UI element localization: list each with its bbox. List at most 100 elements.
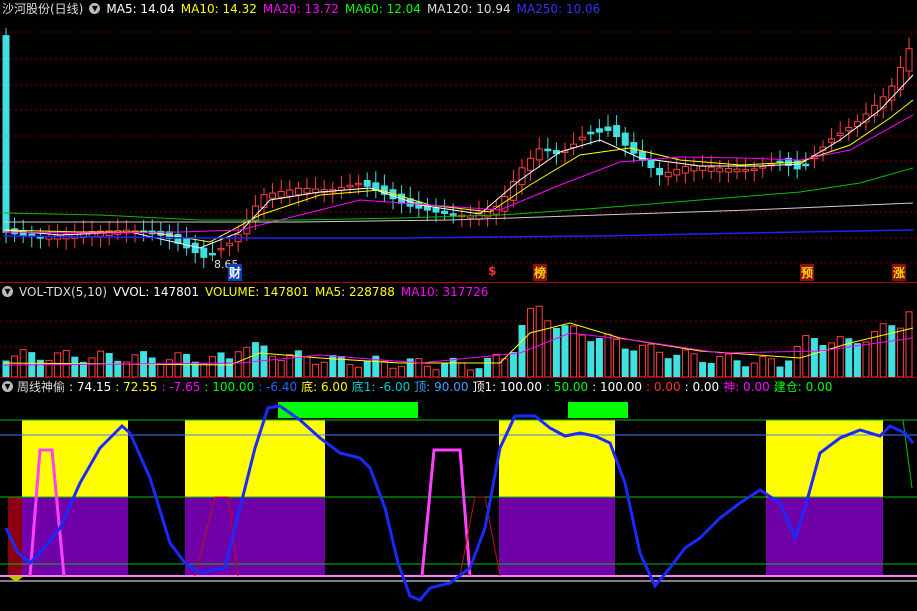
marker-cai[interactable]: 财 [228,264,243,281]
marker-bang[interactable]: 榜 [533,264,548,281]
volume-bar [303,356,311,378]
volume-bar [587,341,595,378]
ind-value-12: : 0.00 [684,380,720,394]
volume-bar [853,343,861,378]
price-chart [0,27,917,268]
yellow-zone [185,420,325,497]
candle-body [630,142,638,154]
volume-bar [415,358,423,378]
candle-body [441,210,449,214]
candle-body [174,233,182,244]
candle-body [294,187,302,196]
volume-bar [905,311,913,378]
volume-bar [896,327,904,378]
candle-body [303,187,311,194]
candle-body [656,167,664,176]
candle-body [681,166,689,174]
indicator-title[interactable]: 周线神偷 [17,378,65,396]
volume-bar [165,359,173,378]
price-panel[interactable]: 沙河股份(日线) ▾ MA5: 14.04 MA10: 14.32 MA20: … [0,0,917,283]
volume-bar [810,338,818,378]
indicator-chart [0,402,917,602]
vvol-value: VVOL: 147801 [113,285,200,299]
candle-body [759,166,767,169]
marker-zhang[interactable]: 涨 [892,264,907,281]
candle-body [905,48,913,72]
vol-ma10-value: MA10: 317726 [400,285,489,299]
volume-bar [871,331,879,378]
volume-bar [595,337,603,378]
candle-body [750,168,758,172]
volume-bar [36,359,44,378]
candle-body [226,242,234,247]
price-title[interactable]: 沙河股份(日线) [2,0,83,18]
volume-bar [724,353,732,378]
volume-panel[interactable]: ▾ VOL-TDX(5,10) VVOL: 147801 VOLUME: 147… [0,283,917,378]
indicator-panel[interactable]: ▾ 周线神偷 : 74.15 : 72.55 : -7.65 : 100.00 … [0,378,917,611]
volume-bar [251,342,259,378]
candle-body [518,167,526,186]
candle-body [707,166,715,172]
candle-body [647,159,655,169]
volume-bar [638,344,646,378]
chevron-down-icon[interactable]: ▾ [2,380,13,392]
volume-bar [673,354,681,378]
candle-body [183,238,191,249]
green-bar [568,402,628,418]
volume-bar [208,356,216,378]
indicator-header: ▾ 周线神偷 : 74.15 : 72.55 : -7.65 : 100.00 … [0,378,832,396]
volume-bar [71,356,79,378]
volume-header: ▾ VOL-TDX(5,10) VVOL: 147801 VOLUME: 147… [0,283,488,301]
ind-value-11: : 0.00 [646,380,681,394]
marker-dollar[interactable]: $ [488,264,496,278]
chevron-down-icon[interactable]: ▾ [2,285,13,297]
ind-di1: 底1: -6.00 [351,380,411,394]
ind-ding1: 顶1: 100.00 [472,380,542,394]
ind-di: 底: 6.00 [301,380,348,394]
volume-bar [260,345,268,378]
volume-bar [845,338,853,378]
volume-bar [88,357,96,378]
candle-body [802,163,810,167]
volume-bar [733,360,741,378]
volume-bar [200,363,208,378]
volume-bar [449,357,457,378]
ma10-line [3,99,914,243]
volume-bar [862,341,870,378]
volume-bar [707,363,715,378]
candle-body [432,207,440,213]
candle-body [604,126,612,131]
candle-body [277,190,285,198]
ind-value-4: : -6.40 [258,380,298,394]
ind-value-1: : 72.55 [115,380,158,394]
vol-ma5-value: MA5: 228788 [314,285,395,299]
candle-body [673,168,681,176]
volume-bar [492,353,500,378]
volume-bar [226,358,234,378]
ma20-value: MA20: 13.72 [262,2,339,16]
volume-bar [441,363,449,378]
candle-body [664,171,672,178]
volume-bar [312,363,320,378]
candle-body [595,128,603,133]
volume-bar [45,359,53,378]
purple-zone [499,497,615,575]
volume-bar [552,328,560,378]
volume-bar [785,360,793,378]
ind-value-2: : -7.65 [161,380,201,394]
volume-bar [836,336,844,378]
marker-yu[interactable]: 预 [800,264,815,281]
volume-bar [458,362,466,378]
ind-value-10: : 100.00 [592,380,643,394]
chevron-down-icon[interactable]: ▾ [89,2,101,14]
volume-bar [501,358,509,378]
ind-value-9: : 50.00 [545,380,589,394]
candle-body [363,179,371,187]
candle-body [587,131,595,135]
volume-title[interactable]: VOL-TDX(5,10) [19,283,107,301]
candle-body [449,213,457,216]
volume-bar [131,354,139,378]
ind-value-0: : 74.15 [69,380,112,394]
volume-bar [750,362,758,378]
volume-bar [320,361,328,378]
